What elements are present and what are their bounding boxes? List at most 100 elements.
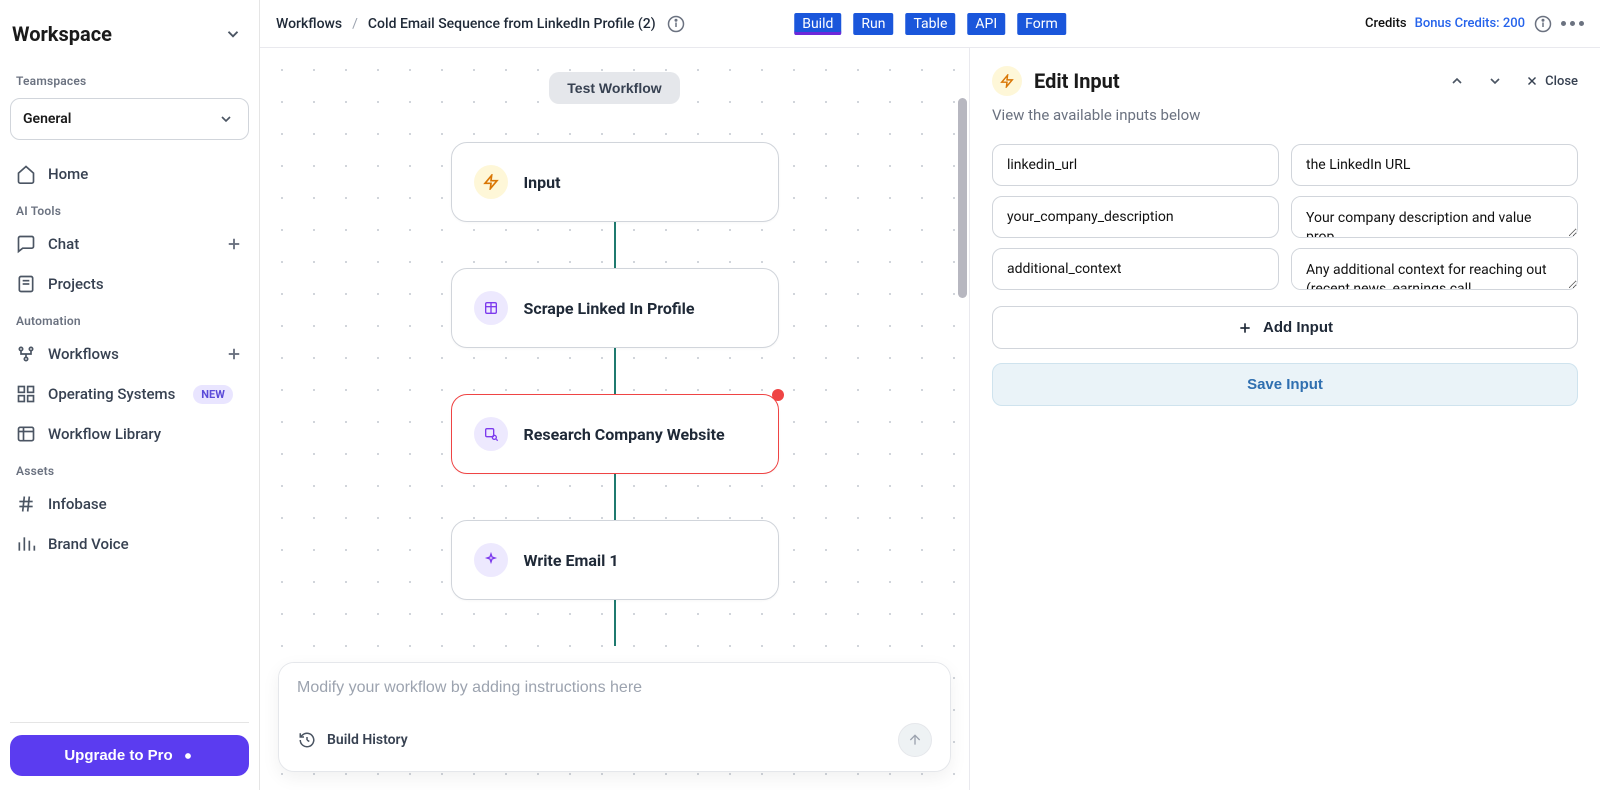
sidebar-item-label: Workflows: [48, 345, 119, 363]
node-label: Input: [524, 173, 561, 192]
panel-title: Edit Input: [1034, 69, 1120, 93]
add-input-label: Add Input: [1263, 319, 1333, 336]
bars-icon: [16, 534, 36, 554]
error-indicator: [772, 389, 784, 401]
canvas-wrap: Test Workflow Input Scrape Linked In Pro…: [260, 48, 970, 790]
edit-input-panel: Edit Input Close View the available inpu…: [970, 48, 1600, 790]
plus-icon: [1237, 320, 1253, 336]
teamspace-dropdown[interactable]: General: [10, 98, 249, 140]
tab-run[interactable]: Run: [853, 13, 893, 35]
input-name-field-2[interactable]: [992, 248, 1279, 290]
view-tabs: Build Run Table API Form: [794, 13, 1066, 35]
more-menu-icon[interactable]: [1561, 21, 1584, 26]
input-name-field-0[interactable]: [992, 144, 1279, 186]
test-workflow-button[interactable]: Test Workflow: [549, 72, 679, 104]
sidebar-item-label: Chat: [48, 235, 79, 253]
library-icon: [16, 424, 36, 444]
upgrade-button[interactable]: Upgrade to Pro: [10, 735, 249, 776]
connector: [614, 600, 616, 646]
input-desc-field-0[interactable]: [1291, 144, 1578, 186]
sparkle-icon: [474, 543, 508, 577]
sidebar-item-brand-voice[interactable]: Brand Voice: [10, 524, 249, 564]
instruction-input[interactable]: [279, 663, 950, 713]
hash-icon: [16, 494, 36, 514]
node-label: Research Company Website: [524, 425, 725, 444]
ai-tools-label: AI Tools: [10, 194, 249, 224]
sidebar-item-label: Brand Voice: [48, 535, 129, 553]
search-icon: [474, 417, 508, 451]
connector: [614, 222, 616, 268]
grid-icon: [16, 384, 36, 404]
panel-subtitle: View the available inputs below: [992, 106, 1578, 124]
input-desc-field-1[interactable]: Your company description and value prop: [1291, 196, 1578, 238]
teamspace-selected: General: [23, 111, 71, 127]
breadcrumb: Workflows / Cold Email Sequence from Lin…: [276, 14, 686, 34]
input-desc-field-2[interactable]: Any additional context for reaching out …: [1291, 248, 1578, 290]
tab-table[interactable]: Table: [905, 13, 955, 35]
sidebar-item-label: Projects: [48, 275, 104, 293]
tab-form[interactable]: Form: [1017, 13, 1066, 35]
content: Test Workflow Input Scrape Linked In Pro…: [260, 48, 1600, 790]
workspace-header[interactable]: Workspace: [10, 14, 249, 64]
input-name-field-1[interactable]: [992, 196, 1279, 238]
sidebar-item-workflows[interactable]: Workflows: [10, 334, 249, 374]
close-button[interactable]: Close: [1525, 74, 1578, 89]
sidebar-item-infobase[interactable]: Infobase: [10, 484, 249, 524]
sidebar-item-home[interactable]: Home: [10, 154, 249, 194]
chevron-down-icon: [223, 24, 243, 44]
credits: Credits Bonus Credits: 200: [1365, 14, 1584, 34]
automation-label: Automation: [10, 304, 249, 334]
node-research[interactable]: Research Company Website: [451, 394, 779, 474]
chevron-down-icon[interactable]: [1487, 73, 1503, 89]
instruction-panel: Build History: [278, 662, 951, 772]
chat-icon: [16, 234, 36, 254]
table-icon: [474, 291, 508, 325]
chevron-down-icon: [216, 109, 236, 129]
info-icon[interactable]: [666, 14, 686, 34]
node-label: Write Email 1: [524, 551, 619, 570]
node-input[interactable]: Input: [451, 142, 779, 222]
breadcrumb-root[interactable]: Workflows: [276, 16, 342, 32]
build-history-label[interactable]: Build History: [327, 732, 408, 748]
connector: [614, 474, 616, 520]
breadcrumb-separator: /: [352, 16, 358, 32]
info-icon[interactable]: [1533, 14, 1553, 34]
assets-label: Assets: [10, 454, 249, 484]
close-label: Close: [1545, 74, 1578, 89]
sidebar-item-projects[interactable]: Projects: [10, 264, 249, 304]
history-icon[interactable]: [297, 730, 317, 750]
lightning-icon: [992, 66, 1022, 96]
sidebar-item-label: Workflow Library: [48, 425, 161, 443]
workflows-icon: [16, 344, 36, 364]
scrollbar[interactable]: [958, 98, 967, 298]
projects-icon: [16, 274, 36, 294]
tab-build[interactable]: Build: [794, 13, 841, 35]
topbar: Workflows / Cold Email Sequence from Lin…: [260, 0, 1600, 48]
add-input-button[interactable]: Add Input: [992, 306, 1578, 349]
chevron-up-icon[interactable]: [1449, 73, 1465, 89]
save-input-button[interactable]: Save Input: [992, 363, 1578, 406]
node-email1[interactable]: Write Email 1: [451, 520, 779, 600]
sidebar-item-label: Operating Systems: [48, 385, 175, 403]
upgrade-label: Upgrade to Pro: [64, 747, 172, 764]
main: Workflows / Cold Email Sequence from Lin…: [260, 0, 1600, 790]
teamspaces-label: Teamspaces: [10, 64, 249, 94]
sidebar-item-label: Home: [48, 165, 88, 183]
plus-icon[interactable]: [225, 345, 243, 363]
connector: [614, 348, 616, 394]
plus-icon[interactable]: [225, 235, 243, 253]
sidebar-item-workflow-library[interactable]: Workflow Library: [10, 414, 249, 454]
node-scrape[interactable]: Scrape Linked In Profile: [451, 268, 779, 348]
workspace-title: Workspace: [12, 22, 112, 46]
credits-label: Credits: [1365, 16, 1407, 31]
sidebar-item-label: Infobase: [48, 495, 107, 513]
send-button[interactable]: [898, 723, 932, 757]
node-label: Scrape Linked In Profile: [524, 299, 695, 318]
new-badge: NEW: [193, 385, 233, 404]
sidebar-item-chat[interactable]: Chat: [10, 224, 249, 264]
breadcrumb-current[interactable]: Cold Email Sequence from LinkedIn Profil…: [368, 16, 656, 32]
sidebar-item-operating-systems[interactable]: Operating Systems NEW: [10, 374, 249, 414]
home-icon: [16, 164, 36, 184]
tab-api[interactable]: API: [967, 13, 1005, 35]
credits-value[interactable]: Bonus Credits: 200: [1415, 16, 1525, 31]
